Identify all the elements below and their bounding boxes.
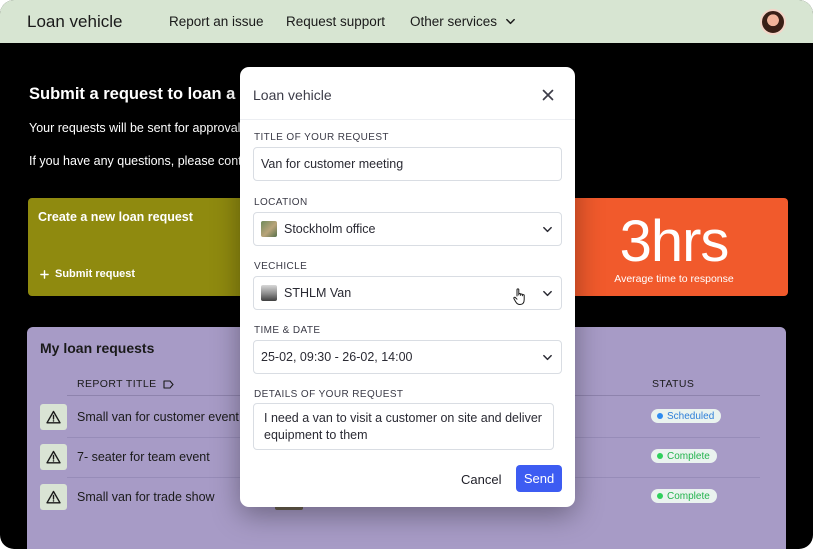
request-title-label: TITLE OF YOUR REQUEST <box>254 132 389 143</box>
user-avatar[interactable] <box>760 9 786 35</box>
app-title[interactable]: Loan vehicle <box>27 12 122 32</box>
dialog-divider <box>240 119 575 120</box>
request-title-field[interactable] <box>253 147 562 181</box>
response-time-value: 3hrs <box>619 209 730 274</box>
nav-other-services-label: Other services <box>410 14 498 29</box>
app-window: Loan vehicle Report an issue Request sup… <box>0 0 813 549</box>
column-header-report-title-label: REPORT TITLE <box>77 378 157 390</box>
plus-icon <box>40 269 49 279</box>
top-navigation: Loan vehicle Report an issue Request sup… <box>0 0 813 43</box>
request-title: 7- seater for team event <box>77 450 210 464</box>
location-thumbnail <box>261 221 277 237</box>
location-select[interactable]: Stockholm office <box>253 212 562 246</box>
request-title: Small van for trade show <box>77 490 215 504</box>
warning-icon <box>40 444 67 470</box>
page-description: Your requests will be sent for approval … <box>29 121 251 135</box>
my-loan-requests-title: My loan requests <box>40 340 155 356</box>
details-label: DETAILS OF YOUR REQUEST <box>254 389 404 400</box>
chevron-down-icon <box>543 354 552 360</box>
status-label: Complete <box>667 450 710 462</box>
status-badge: Complete <box>651 449 717 463</box>
status-dot <box>657 413 663 419</box>
location-value: Stockholm office <box>284 222 376 236</box>
close-icon[interactable] <box>540 87 556 103</box>
details-textarea[interactable]: I need a van to visit a customer on site… <box>264 410 543 448</box>
warning-icon <box>40 484 67 510</box>
send-button[interactable]: Send <box>516 465 562 492</box>
warning-icon <box>40 404 67 430</box>
status-dot <box>657 493 663 499</box>
chevron-down-icon <box>543 290 552 296</box>
vehicle-value: STHLM Van <box>284 286 352 300</box>
chevron-down-icon <box>506 18 515 25</box>
new-loan-request-card: Create a new loan request Submit request <box>28 198 240 296</box>
time-date-select[interactable]: 25-02, 09:30 - 26-02, 14:00 <box>253 340 562 374</box>
response-time-label: Average time to response <box>614 273 734 285</box>
status-badge: Scheduled <box>651 409 722 423</box>
page-help-text: If you have any questions, please conta <box>29 154 249 168</box>
response-time-card: 3hrs Average time to response <box>575 198 788 296</box>
column-header-report-title[interactable]: REPORT TITLE <box>77 378 174 390</box>
vehicle-label: VECHICLE <box>254 261 308 272</box>
vehicle-thumbnail-icon <box>261 285 277 301</box>
location-label: LOCATION <box>254 197 308 208</box>
details-field[interactable]: I need a van to visit a customer on site… <box>253 403 554 450</box>
request-title-input[interactable] <box>261 157 553 171</box>
time-date-value: 25-02, 09:30 - 26-02, 14:00 <box>261 350 413 364</box>
cancel-button[interactable]: Cancel <box>461 472 501 487</box>
chevron-down-icon <box>543 226 552 232</box>
submit-request-label: Submit request <box>55 268 136 280</box>
nav-other-services[interactable]: Other services <box>410 14 516 29</box>
status-label: Scheduled <box>667 410 715 422</box>
tag-icon <box>162 379 174 389</box>
nav-report-issue[interactable]: Report an issue <box>169 14 264 29</box>
request-title: Small van for customer event <box>77 410 239 424</box>
status-badge: Complete <box>651 489 717 503</box>
dialog-title: Loan vehicle <box>253 87 332 103</box>
page-title: Submit a request to loan a co <box>29 85 260 103</box>
status-label: Complete <box>667 490 710 502</box>
status-dot <box>657 453 663 459</box>
hand-cursor-icon <box>513 288 525 305</box>
new-loan-request-title: Create a new loan request <box>38 210 193 224</box>
column-header-status[interactable]: STATUS <box>652 378 694 390</box>
time-date-label: TIME & DATE <box>254 325 321 336</box>
nav-request-support[interactable]: Request support <box>286 14 385 29</box>
submit-request-button[interactable]: Submit request <box>40 268 135 280</box>
